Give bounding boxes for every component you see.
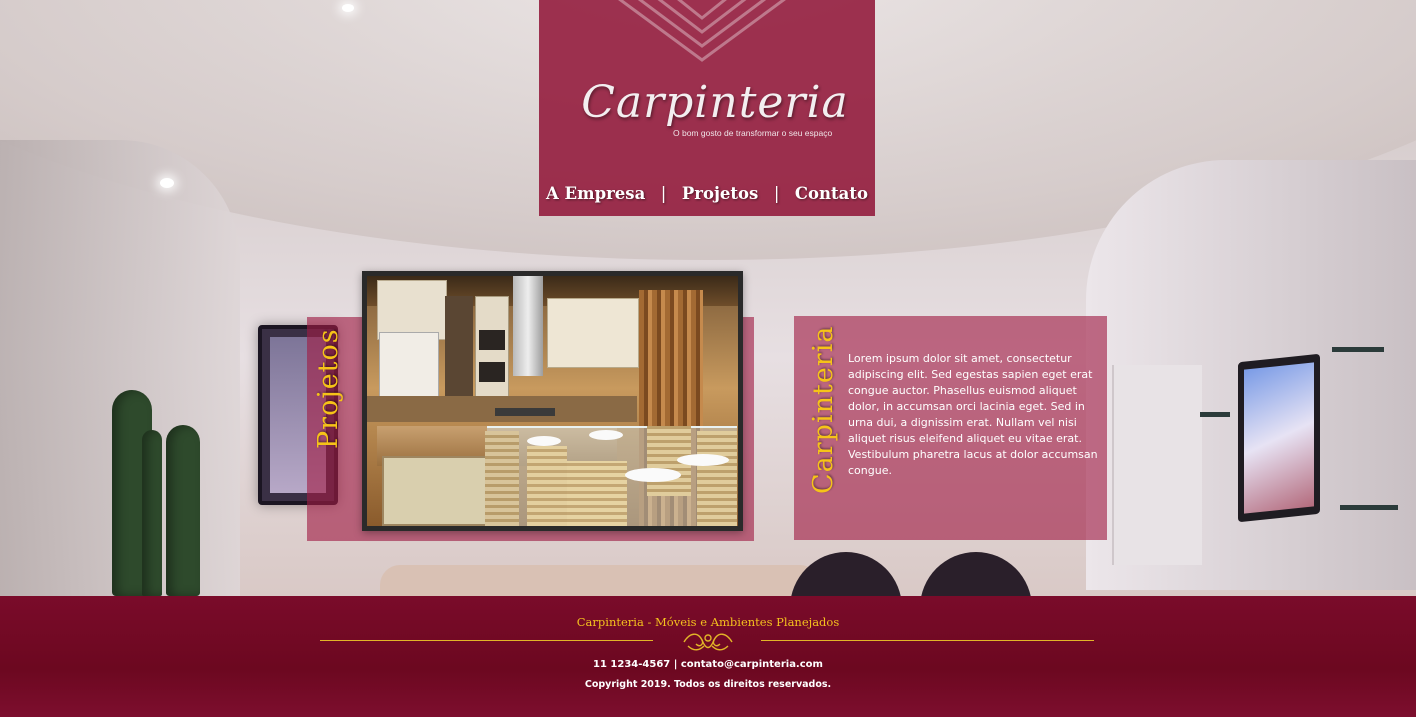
logo-wordmark: Carpinteria bbox=[581, 77, 849, 128]
about-panel: Lorem ipsum dolor sit amet, consectetur … bbox=[794, 316, 1107, 540]
carpinteria-title: Carpinteria bbox=[808, 325, 839, 494]
site-logo[interactable]: Carpinteria O bom gosto de transformar o… bbox=[565, 76, 865, 146]
about-text: Lorem ipsum dolor sit amet, consectetur … bbox=[848, 352, 1098, 477]
nav-separator: | bbox=[773, 183, 780, 203]
nav-item-empresa[interactable]: A Empresa bbox=[546, 184, 645, 203]
logo-tagline: O bom gosto de transformar o seu espaço bbox=[673, 128, 833, 138]
ceiling-pattern-decoration bbox=[618, 0, 786, 62]
site-footer: Carpinteria - Móveis e Ambientes Planeja… bbox=[0, 596, 1416, 717]
nav-item-projetos[interactable]: Projetos bbox=[682, 184, 759, 203]
nav-item-contato[interactable]: Contato bbox=[795, 184, 868, 203]
main-nav: A Empresa | Projetos | Contato bbox=[539, 178, 875, 208]
kitchen-image bbox=[367, 276, 738, 526]
footer-contact[interactable]: 11 1234-4567 | contato@carpinteria.com bbox=[0, 659, 1416, 670]
projetos-title: Projetos bbox=[313, 328, 344, 449]
project-photo[interactable] bbox=[362, 271, 743, 531]
footer-brand: Carpinteria - Móveis e Ambientes Planeja… bbox=[576, 615, 840, 629]
site-header: Carpinteria O bom gosto de transformar o… bbox=[539, 0, 875, 216]
nav-separator: | bbox=[660, 183, 667, 203]
flourish-ornament-icon bbox=[683, 633, 733, 651]
footer-divider-right bbox=[761, 640, 1094, 641]
footer-copyright: Copyright 2019. Todos os direitos reserv… bbox=[584, 679, 832, 690]
footer-divider-left bbox=[320, 640, 653, 641]
